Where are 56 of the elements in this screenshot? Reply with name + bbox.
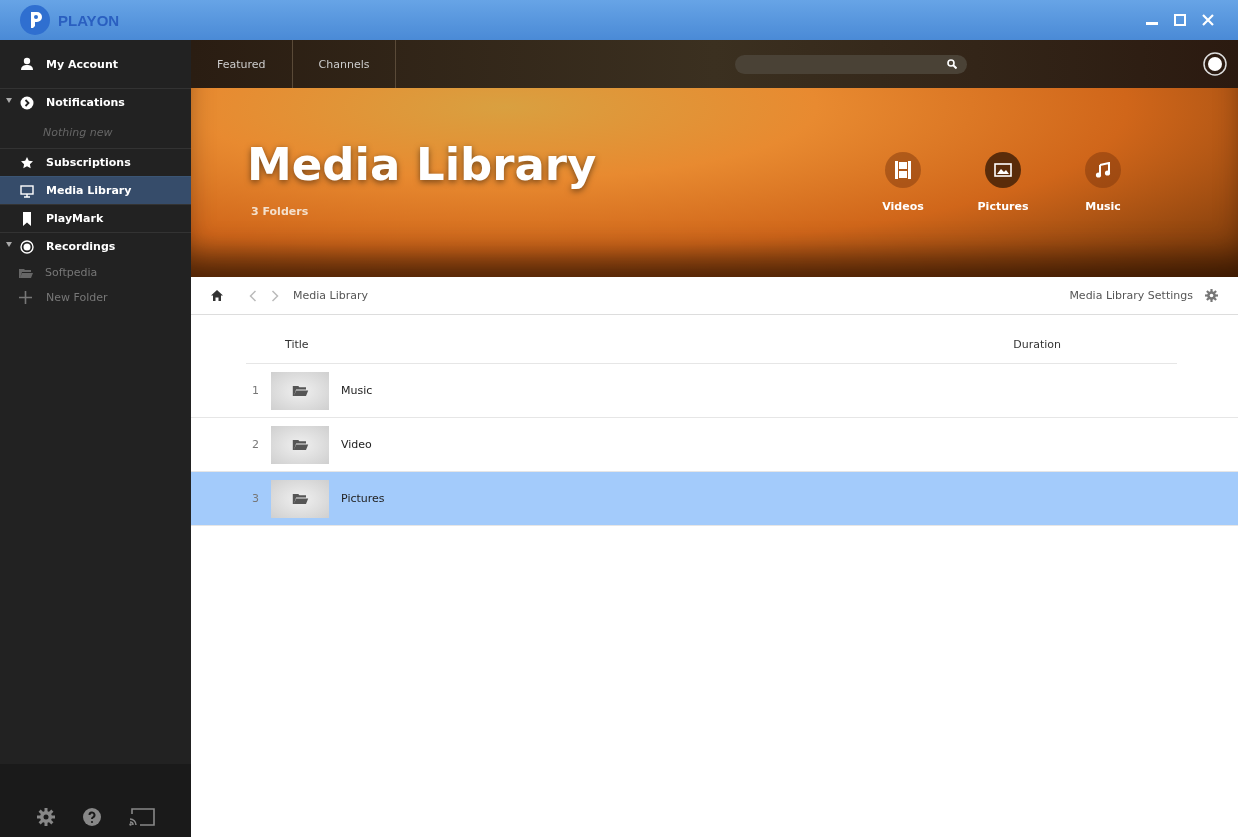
- settings-link[interactable]: Media Library Settings: [1069, 289, 1193, 302]
- arrow-circle-icon: [20, 95, 34, 110]
- star-icon: [20, 155, 34, 170]
- sidebar-item[interactable]: My Account: [0, 40, 191, 88]
- media-type-button[interactable]: [1085, 152, 1121, 188]
- new-folder-item[interactable]: New Folder: [0, 285, 191, 310]
- logo-icon: [20, 5, 50, 35]
- row-number: 2: [251, 438, 260, 451]
- home-icon[interactable]: [211, 290, 223, 301]
- expand-triangle-icon[interactable]: [6, 98, 12, 104]
- folder-icon: [291, 385, 309, 396]
- record-icon: [20, 239, 34, 254]
- page-title: Media Library: [247, 137, 598, 191]
- row-number: 3: [251, 492, 260, 505]
- search-icon: [947, 59, 957, 69]
- column-header[interactable]: Title: [285, 337, 309, 351]
- empty-notice: Nothing new: [43, 125, 113, 139]
- table-row[interactable]: 3 Pictures: [191, 472, 1238, 526]
- row-title: Pictures: [341, 492, 385, 505]
- media-type-button[interactable]: [985, 152, 1021, 188]
- media-type-label: Music: [1085, 200, 1121, 213]
- row-title: Video: [341, 438, 372, 451]
- maximize-icon[interactable]: [1174, 14, 1186, 26]
- close-icon[interactable]: [1202, 14, 1214, 26]
- row-number: 1: [251, 384, 260, 397]
- music-note-icon: [1095, 162, 1111, 178]
- folder-icon: [291, 439, 309, 450]
- sidebar-item[interactable]: PlayMark: [0, 204, 191, 232]
- folder-icon: [291, 493, 309, 504]
- sidebar-item[interactable]: Recordings: [0, 232, 191, 260]
- breadcrumb-text: Media Library: [293, 289, 368, 302]
- sidebar-item[interactable]: Notifications: [0, 88, 191, 116]
- image-icon: [994, 163, 1012, 177]
- folder-icon: [19, 267, 33, 278]
- plus-icon: [19, 291, 32, 304]
- bookmark-icon: [20, 211, 34, 226]
- column-header[interactable]: Duration: [1013, 337, 1061, 351]
- film-icon: [895, 161, 911, 179]
- person-icon: [20, 57, 34, 71]
- expand-triangle-icon[interactable]: [6, 242, 12, 248]
- settings-icon[interactable]: [36, 807, 55, 826]
- folder-item[interactable]: Softpedia: [0, 260, 191, 285]
- row-title: Music: [341, 384, 373, 397]
- settings-icon[interactable]: [1205, 289, 1218, 302]
- table-row[interactable]: 1 Music: [191, 364, 1238, 418]
- app-title: PLAYON: [58, 11, 120, 29]
- sidebar-item[interactable]: Media Library: [0, 176, 191, 204]
- search-field[interactable]: [735, 54, 967, 74]
- record-button-icon[interactable]: [1203, 52, 1227, 76]
- media-type-label: Videos: [882, 200, 924, 213]
- help-icon[interactable]: [82, 807, 101, 826]
- media-type-label: Pictures: [977, 200, 1029, 213]
- folder-count: 3 Folders: [250, 204, 310, 218]
- monitor-icon: [20, 183, 34, 198]
- media-type-button[interactable]: [885, 152, 921, 188]
- cast-icon[interactable]: [128, 807, 155, 826]
